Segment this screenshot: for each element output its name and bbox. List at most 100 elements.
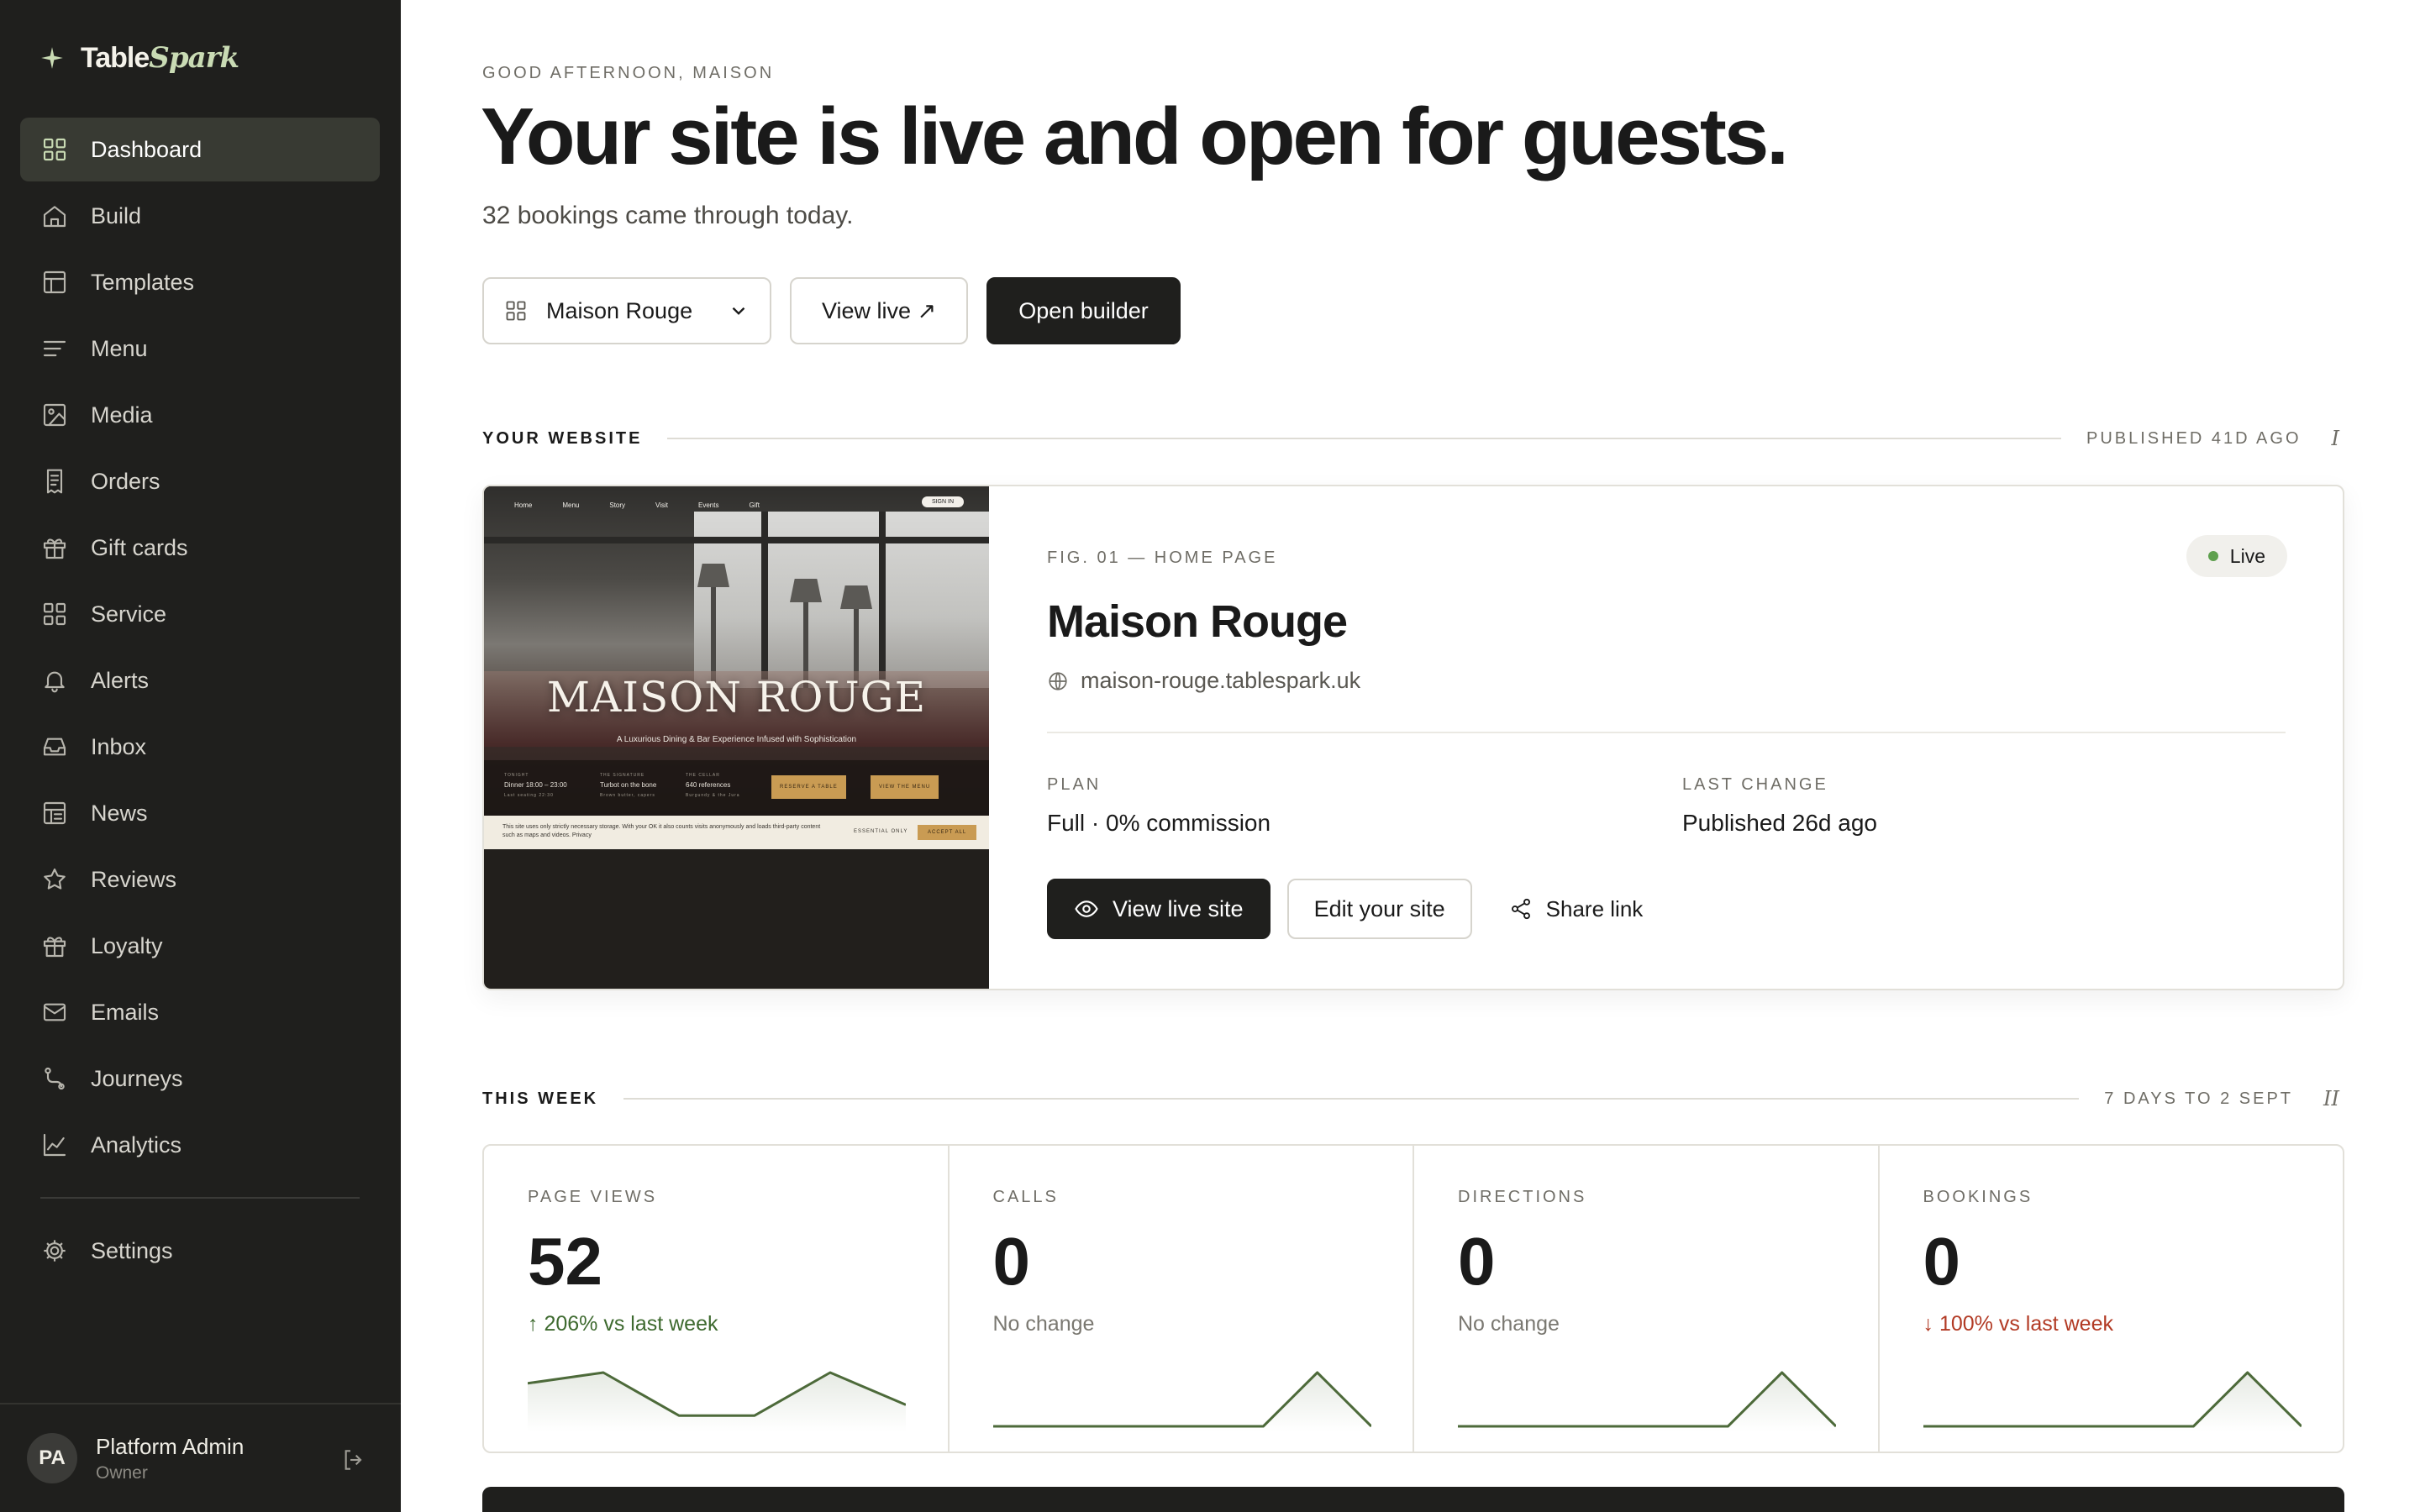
page-title: Your site is live and open for guests. <box>481 92 1789 181</box>
gift-icon <box>40 533 69 562</box>
sidebar-item-menu[interactable]: Menu <box>20 317 380 381</box>
newspaper-icon <box>40 799 69 827</box>
sidebar-item-media[interactable]: Media <box>20 383 380 447</box>
preview-nav-item: Gift <box>749 501 760 509</box>
logout-icon[interactable] <box>340 1446 367 1473</box>
stat-label: PAGE VIEWS <box>528 1188 658 1206</box>
status-label: Live <box>2229 544 2265 567</box>
bottom-panel <box>482 1487 2344 1512</box>
share-icon <box>1511 898 1530 920</box>
sparkline <box>1458 1371 1836 1431</box>
preview-info-strip: TONIGHT Dinner 18:00 – 23:00 Last seating … <box>484 760 989 816</box>
sidebar-item-build[interactable]: Build <box>20 184 380 248</box>
sidebar-item-orders[interactable]: Orders <box>20 449 380 513</box>
sidebar-item-label: Media <box>91 402 153 428</box>
user-profile[interactable]: PA Platform Admin Owner <box>0 1403 401 1512</box>
grid-icon <box>40 135 69 164</box>
eye-icon <box>1075 900 1098 917</box>
sidebar-item-alerts[interactable]: Alerts <box>20 648 380 712</box>
view-live-button[interactable]: View live ↗ <box>790 277 969 344</box>
preview-info: THE SIGNATURE Turbot on the bone Brown but… <box>600 773 657 798</box>
preview-nav: Home Menu Story Visit Events Gift <box>514 501 760 509</box>
preview-nav-item: Story <box>609 501 626 509</box>
sidebar-item-loyalty[interactable]: Loyalty <box>20 914 380 978</box>
brand-logo[interactable]: TableSpark <box>40 39 239 77</box>
website-actions: View live site Edit your site Share link <box>1047 879 1663 939</box>
main-content: GOOD AFTERNOON, MAISON Your site is live… <box>401 0 2420 1512</box>
stat-card-directions[interactable]: DIRECTIONS 0 No change <box>1414 1146 1880 1452</box>
sparkline <box>528 1371 906 1431</box>
sidebar-item-journeys[interactable]: Journeys <box>20 1047 380 1110</box>
user-name: Platform Admin <box>96 1433 245 1459</box>
sidebar-item-emails[interactable]: Emails <box>20 980 380 1044</box>
receipt-icon <box>40 467 69 496</box>
last-change-info: LAST CHANGE Published 26d ago <box>1682 775 1877 837</box>
preview-beam <box>484 537 989 543</box>
last-change-label: LAST CHANGE <box>1682 775 1828 794</box>
sidebar-item-gift-cards[interactable]: Gift cards <box>20 516 380 580</box>
section-number: I <box>2331 427 2339 450</box>
preview-beam <box>761 512 768 680</box>
preview-reserve-button: RESERVE A TABLE <box>771 775 846 799</box>
site-url[interactable]: maison-rouge.tablespark.uk <box>1047 668 1360 694</box>
sidebar-item-label: Dashboard <box>91 136 203 162</box>
site-select-value: Maison Rouge <box>546 297 693 323</box>
brand-name: TableSpark <box>81 41 239 75</box>
site-preview-thumbnail[interactable]: Home Menu Story Visit Events Gift SIGN IN MAI… <box>484 486 989 989</box>
sidebar-item-label: Build <box>91 202 142 228</box>
preview-cookie-banner: This site uses only strictly necessary s… <box>484 816 989 849</box>
preview-info: THE CELLAR 640 references Burgundy & the J… <box>686 773 740 798</box>
gear-icon <box>40 1236 69 1265</box>
sidebar-item-label: News <box>91 800 148 826</box>
sidebar-item-label: Settings <box>91 1237 173 1263</box>
stat-value: 52 <box>528 1224 602 1299</box>
stat-delta: ↓ 100% vs last week <box>1923 1312 2114 1336</box>
star-icon <box>40 865 69 894</box>
share-link-button[interactable]: Share link <box>1489 879 1664 939</box>
open-builder-label: Open builder <box>1018 297 1149 323</box>
stat-label: DIRECTIONS <box>1458 1188 1587 1206</box>
view-live-site-button[interactable]: View live site <box>1047 879 1270 939</box>
sidebar-item-news[interactable]: News <box>20 781 380 845</box>
edit-site-label: Edit your site <box>1313 895 1445 921</box>
sidebar-item-analytics[interactable]: Analytics <box>20 1113 380 1177</box>
preview-nav-item: Home <box>514 501 533 509</box>
open-builder-button[interactable]: Open builder <box>986 277 1181 344</box>
sparkline-area <box>992 1373 1371 1431</box>
sidebar-item-templates[interactable]: Templates <box>20 250 380 314</box>
section-meta: PUBLISHED 41D AGO <box>2086 428 2302 448</box>
preview-cookie-text: This site uses only strictly necessary s… <box>502 824 821 838</box>
stat-card-page-views[interactable]: PAGE VIEWS 52 ↑ 206% vs last week <box>484 1146 950 1452</box>
card-divider <box>1047 732 2286 733</box>
last-change-value: Published 26d ago <box>1682 810 1877 836</box>
sidebar-item-reviews[interactable]: Reviews <box>20 848 380 911</box>
preview-title: MAISON ROUGE <box>546 673 927 722</box>
sidebar-item-service[interactable]: Service <box>20 582 380 646</box>
sidebar-item-settings[interactable]: Settings <box>20 1219 380 1283</box>
preview-photo: Home Menu Story Visit Events Gift SIGN IN MAI… <box>484 486 989 816</box>
inbox-icon <box>40 732 69 761</box>
sparkline <box>992 1371 1371 1431</box>
stat-value: 0 <box>1458 1224 1496 1299</box>
sidebar-item-dashboard[interactable]: Dashboard <box>20 118 380 181</box>
sidebar-item-label: Loyalty <box>91 932 163 958</box>
image-icon <box>40 401 69 429</box>
edit-site-button[interactable]: Edit your site <box>1286 879 1472 939</box>
stat-value: 0 <box>992 1224 1031 1299</box>
mail-icon <box>40 998 69 1026</box>
stat-card-calls[interactable]: CALLS 0 No change <box>950 1146 1414 1452</box>
preview-tagline: A Luxurious Dining & Bar Experience Infu… <box>616 735 857 744</box>
view-live-site-label: View live site <box>1113 895 1244 921</box>
site-select[interactable]: Maison Rouge <box>482 277 771 344</box>
plan-label: PLAN <box>1047 775 1102 794</box>
preview-info: TONIGHT Dinner 18:00 – 23:00 Last seating … <box>504 773 567 798</box>
sidebar-item-label: Orders <box>91 468 160 494</box>
gift-icon <box>40 932 69 960</box>
status-badge: Live <box>2186 535 2287 577</box>
user-role: Owner <box>96 1462 148 1483</box>
stat-card-bookings[interactable]: BOOKINGS 0 ↓ 100% vs last week <box>1880 1146 2344 1452</box>
avatar: PA <box>27 1433 77 1483</box>
live-dot-icon <box>2207 551 2218 561</box>
sidebar-item-inbox[interactable]: Inbox <box>20 715 380 779</box>
site-url-text: maison-rouge.tablespark.uk <box>1081 668 1361 693</box>
